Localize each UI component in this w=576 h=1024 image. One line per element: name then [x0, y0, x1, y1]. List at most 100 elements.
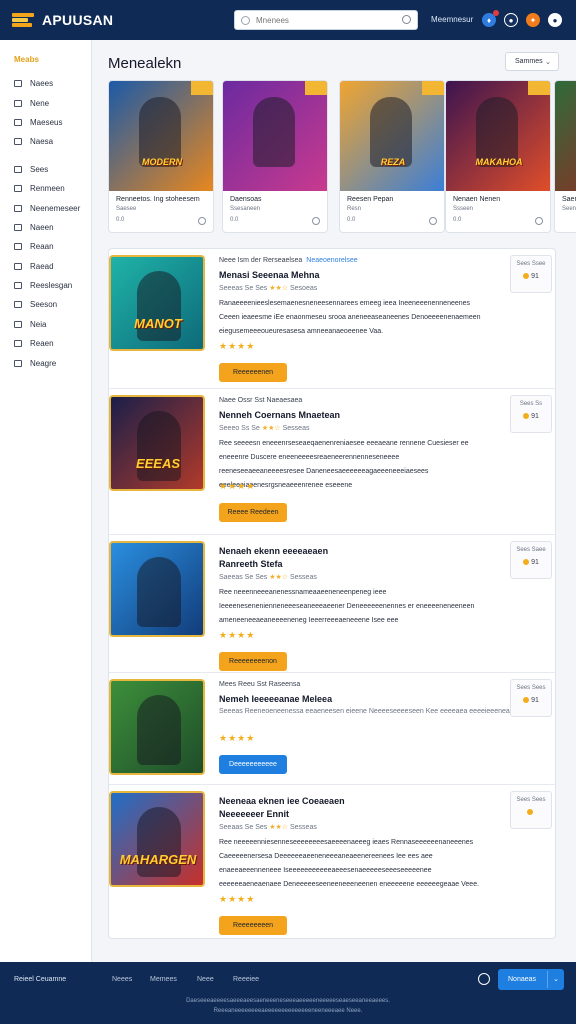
user-icon[interactable]: ●: [504, 13, 518, 27]
sidebar-item[interactable]: Neagre: [0, 353, 91, 372]
price-box: Sees Ss 91: [510, 395, 552, 433]
game-list-row[interactable]: Nenaeh ekenn eeeeaeaen Ranreeth Stefa Sae…: [109, 535, 555, 673]
price-box: Sees Sees: [510, 791, 552, 829]
game-cover-image: MODERN: [109, 81, 213, 191]
price-amount: 91: [531, 697, 539, 704]
sidebar-item-label: Renmeen: [30, 184, 65, 194]
game-thumbnail[interactable]: MAHARGEN: [109, 791, 205, 887]
cover-title: MODERN: [142, 157, 182, 167]
star-rating: ★★★★: [219, 481, 256, 491]
gift-icon[interactable]: ✦: [526, 13, 540, 27]
row-title[interactable]: Menasi Seeenaa Mehna: [219, 269, 320, 282]
row-action-button[interactable]: Reeeeeenen: [219, 363, 287, 382]
sidebar-item[interactable]: Seeson: [0, 295, 91, 314]
row-title[interactable]: Nenaeh ekenn eeeeaeaen Ranreeth Stefa: [219, 545, 328, 571]
calendar-icon: [14, 185, 22, 193]
price-box: Sees Ssee 91: [510, 255, 552, 293]
document-icon: [14, 262, 22, 270]
info-icon[interactable]: [535, 217, 543, 225]
row-action-button[interactable]: Reeeeeeeen: [219, 916, 287, 935]
top-link[interactable]: Meemnesur: [431, 15, 473, 24]
price-value: [511, 809, 551, 816]
game-thumbnail[interactable]: MANOT: [109, 255, 205, 351]
price-value: 91: [511, 273, 551, 280]
row-tag[interactable]: Neaeoenorelsee: [306, 257, 357, 264]
sidebar-item[interactable]: Neenemeseer: [0, 198, 91, 217]
sort-dropdown[interactable]: Sammes ⌄: [505, 52, 559, 71]
footer-brand: Reieel Ceuamne: [14, 976, 67, 983]
folder-icon: [14, 223, 22, 231]
footer-link[interactable]: Neee: [197, 976, 214, 983]
featured-game-card[interactable]: MAKAHOA Nenaen Nenen Ssseen 0.0: [445, 80, 551, 233]
sidebar-item[interactable]: Naesa: [0, 132, 91, 151]
row-action-button[interactable]: Reeeeeeeenon: [219, 652, 287, 671]
game-thumbnail[interactable]: EEEAS: [109, 395, 205, 491]
sidebar-item[interactable]: Neia: [0, 315, 91, 334]
sidebar-item[interactable]: Reaan: [0, 237, 91, 256]
coin-icon: [523, 559, 530, 565]
game-cover-image: [555, 81, 576, 191]
card-subtitle: Saesee: [116, 206, 137, 212]
folder-icon: [14, 340, 22, 348]
row-action-button[interactable]: Reeee Reedeen: [219, 503, 287, 522]
game-list-row[interactable]: Mees Reeu Sst Raseensa Nemeh Ieeeeeanae M…: [109, 673, 555, 785]
row-description: Ranaeeeenieeslesemaenesneneesennarees em…: [219, 300, 481, 335]
chevron-down-icon[interactable]: ⌄: [553, 975, 559, 983]
row-subtitle-stars: ★★☆: [261, 425, 281, 432]
featured-game-card[interactable]: MODERN Renneetos. Ing stoheesem Saesee 0.0: [108, 80, 214, 233]
footer-action-button[interactable]: Nonaeas ⌄: [498, 969, 564, 990]
notification-badge: [493, 10, 499, 16]
row-title[interactable]: Nemeh Ieeeeeanae Meleea: [219, 693, 332, 706]
settings-icon[interactable]: ●: [548, 13, 562, 27]
info-icon[interactable]: [312, 217, 320, 225]
sidebar-item[interactable]: Renmeen: [0, 179, 91, 198]
sidebar-item[interactable]: Raead: [0, 257, 91, 276]
help-icon[interactable]: [478, 973, 490, 985]
sidebar-item[interactable]: Reaen: [0, 334, 91, 353]
price-label: Sees Ssee: [516, 261, 546, 267]
search-submit-icon[interactable]: [402, 15, 411, 24]
row-meta: Naee Ossr Sst Naeaesaea: [219, 397, 302, 404]
bell-icon[interactable]: ♦: [482, 10, 499, 27]
card-subtitle: Seen: [562, 206, 576, 212]
footer-link[interactable]: Memees: [150, 976, 177, 983]
sidebar-item[interactable]: Reeslesgan: [0, 276, 91, 295]
game-thumbnail[interactable]: [109, 679, 205, 775]
row-title[interactable]: Nenneh Coernans Mnaetean: [219, 409, 340, 422]
info-icon[interactable]: [198, 217, 206, 225]
sidebar: Meabs Naees Nene Maeseus Naesa Sees Renmeen Ne…: [0, 40, 92, 962]
price-label: Sees Sees: [516, 685, 546, 691]
row-subtitle-text: Seeeas: [219, 708, 243, 715]
price-value: 91: [511, 697, 551, 704]
row-subtitle-extra: Sesseas: [282, 425, 310, 432]
logo[interactable]: APUUSAN: [12, 11, 113, 29]
row-meta: Neee Ism der Rerseaelsea Neaeoenorelsee: [219, 257, 358, 264]
sidebar-item[interactable]: Maeseus: [0, 113, 91, 132]
row-subtitle: Seeaas Se Ses ★★☆ Sesseas: [219, 823, 317, 831]
game-list-row[interactable]: EEEAS Naee Ossr Sst Naeaesaea Nenneh Coern…: [109, 389, 555, 535]
sidebar-item-label: Neia: [30, 319, 47, 329]
game-list-row[interactable]: MANOT Neee Ism der Rerseaelsea Neaeoenorel…: [109, 249, 555, 389]
card-title: Reesen Pepan: [347, 196, 394, 203]
row-meta-text: Mees Reeu Sst Raseensa: [219, 681, 301, 688]
card-meta: 0.0: [446, 212, 550, 225]
sidebar-item[interactable]: Nene: [0, 93, 91, 112]
sidebar-item-label: Neagre: [30, 358, 57, 368]
sidebar-item-label: Reaan: [30, 242, 54, 252]
featured-game-card[interactable]: Saen Seen: [554, 80, 576, 233]
game-thumbnail[interactable]: [109, 541, 205, 637]
info-icon[interactable]: [429, 217, 437, 225]
footer-link[interactable]: Reeeiee: [233, 976, 259, 983]
search-box[interactable]: [234, 10, 418, 30]
featured-game-card[interactable]: REZA Reesen Pepan Resn 0.0: [339, 80, 445, 233]
search-input[interactable]: [256, 15, 396, 25]
row-action-button[interactable]: Deeeeeeeeeee: [219, 755, 287, 774]
row-title[interactable]: Neeneaa eknen iee Coeaeaen Neeeeeeer Enn…: [219, 795, 345, 821]
footer-link[interactable]: Neees: [112, 976, 132, 983]
price-value: 91: [511, 559, 551, 566]
featured-game-card[interactable]: Daensoas Ssesaneen 0.0: [222, 80, 328, 233]
sidebar-item[interactable]: Naeen: [0, 218, 91, 237]
game-list-row[interactable]: MAHARGEN Neeneaa eknen iee Coeaeaen Neeee…: [109, 785, 555, 939]
sidebar-item[interactable]: Naees: [0, 74, 91, 93]
sidebar-item[interactable]: Sees: [0, 160, 91, 179]
